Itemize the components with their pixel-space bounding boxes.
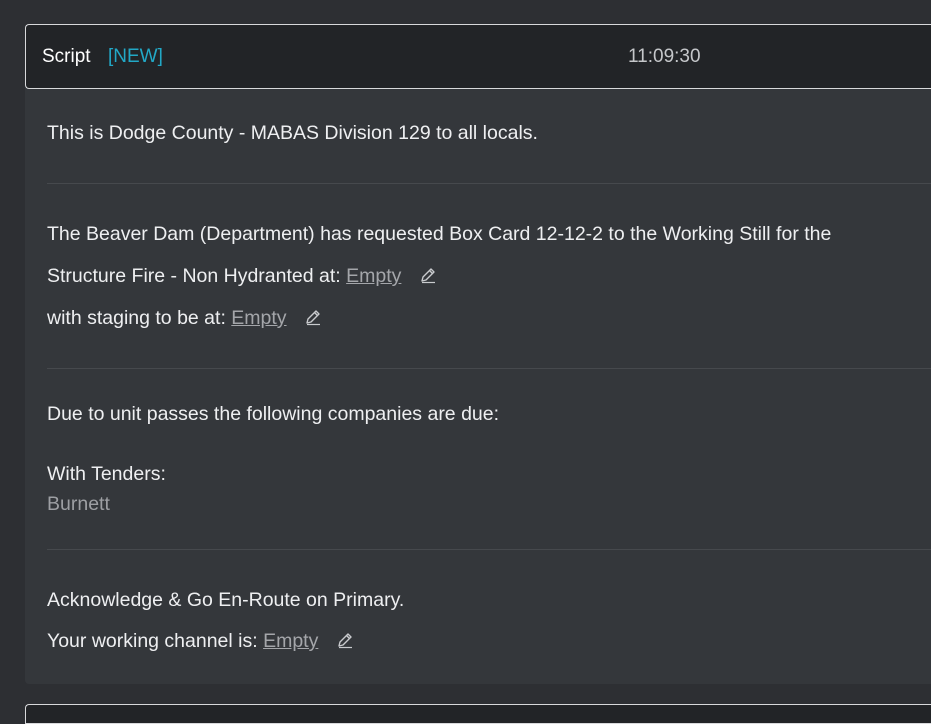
new-badge: [NEW] xyxy=(108,46,163,67)
intro-text: This is Dodge County - MABAS Division 12… xyxy=(47,122,538,144)
location-value-link[interactable]: Empty xyxy=(346,265,401,287)
panel-title: Script xyxy=(42,46,91,67)
divider xyxy=(47,549,931,550)
pencil-icon[interactable] xyxy=(304,308,322,326)
tenders-heading: With Tenders: xyxy=(47,463,166,485)
channel-value-link[interactable]: Empty xyxy=(263,630,318,652)
channel-label: Your working channel is: xyxy=(47,630,258,652)
next-panel-header[interactable] xyxy=(25,704,931,724)
divider xyxy=(47,368,931,369)
staging-row: with staging to be at: Empty xyxy=(47,307,322,330)
acknowledge-text: Acknowledge & Go En-Route on Primary. xyxy=(47,589,405,611)
channel-row: Your working channel is: Empty xyxy=(47,630,354,653)
due-text: Due to unit passes the following compani… xyxy=(47,403,500,425)
location-row: Structure Fire - Non Hydranted at: Empty xyxy=(47,265,437,288)
timestamp: 11:09:30 xyxy=(628,46,701,67)
request-text-line1: The Beaver Dam (Department) has requeste… xyxy=(47,223,832,245)
staging-label: with staging to be at: xyxy=(47,307,226,329)
tender-company: Burnett xyxy=(47,493,110,515)
pencil-icon[interactable] xyxy=(336,631,354,649)
divider xyxy=(47,183,931,184)
pencil-icon[interactable] xyxy=(419,266,437,284)
location-label: Structure Fire - Non Hydranted at: xyxy=(47,265,341,287)
staging-value-link[interactable]: Empty xyxy=(231,307,286,329)
script-panel-header[interactable]: Script [NEW] 11:09:30 xyxy=(25,24,931,89)
script-panel: Script [NEW] 11:09:30 This is Dodge Coun… xyxy=(25,24,931,684)
